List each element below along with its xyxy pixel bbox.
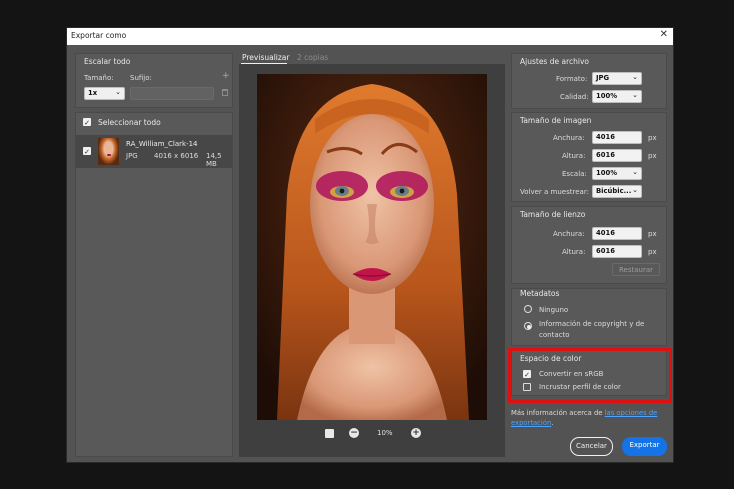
- quality-select-value: 100%: [596, 92, 617, 100]
- resample-select-value: Bicúbic...: [596, 187, 632, 195]
- image-width-label: Anchura:: [553, 134, 585, 142]
- suffix-input[interactable]: [130, 87, 214, 100]
- image-height-value: 6016: [596, 151, 615, 159]
- canvas-width-label: Anchura:: [553, 230, 585, 238]
- add-scale-icon[interactable]: +: [222, 71, 230, 81]
- metadata-none-label: Ninguno: [539, 306, 569, 314]
- size-select[interactable]: 1x ⌄: [84, 87, 125, 100]
- canvas-size-header: Tamaño de lienzo: [520, 210, 586, 219]
- close-icon[interactable]: ✕: [660, 29, 668, 40]
- file-format: JPG: [126, 152, 138, 160]
- canvas-width-input[interactable]: 4016: [592, 227, 642, 240]
- restore-button-label: Restaurar: [618, 266, 654, 274]
- cancel-button[interactable]: Cancelar: [570, 437, 613, 456]
- image-size-panel: Tamaño de imagen Anchura: 4016 px Altura…: [511, 112, 667, 202]
- metadata-panel: Metadatos Ninguno Información de copyrig…: [511, 288, 667, 346]
- scale-select[interactable]: 100% ⌄: [592, 167, 642, 180]
- resample-select[interactable]: Bicúbic... ⌄: [592, 185, 642, 198]
- tab-preview[interactable]: Previsualizar: [242, 53, 290, 62]
- image-size-header: Tamaño de imagen: [520, 116, 592, 125]
- select-all-checkbox[interactable]: ✓: [83, 118, 91, 127]
- more-info-suffix: .: [551, 419, 554, 427]
- quality-label: Calidad:: [560, 93, 589, 101]
- metadata-copyright-label: Información de copyright y de: [539, 320, 645, 328]
- quality-select[interactable]: 100% ⌄: [592, 90, 642, 103]
- more-info-text: Más información acerca de las opciones d…: [511, 408, 671, 428]
- format-label: Formato:: [556, 75, 588, 83]
- file-thumbnail: [98, 138, 119, 165]
- chevron-down-icon: ⌄: [632, 186, 638, 194]
- metadata-copyright-label-cont: contacto: [539, 331, 570, 339]
- size-select-value: 1x: [88, 89, 98, 97]
- metadata-header: Metadatos: [520, 289, 560, 298]
- window-title: Exportar como: [71, 31, 127, 40]
- thumbnail-lips: [107, 154, 111, 156]
- resample-label: Volver a muestrear:: [520, 188, 589, 196]
- format-select[interactable]: JPG ⌄: [592, 72, 642, 85]
- image-height-unit: px: [648, 152, 657, 160]
- zoom-level: 10%: [377, 429, 393, 437]
- title-bar: Exportar como ✕: [67, 28, 673, 45]
- scale-all-panel: Escalar todo Tamaño: Sufijo: + 1x ⌄: [75, 53, 233, 108]
- file-settings-header: Ajustes de archivo: [520, 57, 589, 66]
- canvas-width-value: 4016: [596, 229, 615, 237]
- scale-select-value: 100%: [596, 169, 617, 177]
- file-size: 14,5 MB: [206, 152, 222, 168]
- export-dialog: Exportar como ✕ Escalar todo Tamaño: Suf…: [66, 27, 674, 463]
- image-width-unit: px: [648, 134, 657, 142]
- canvas-height-unit: px: [648, 248, 657, 256]
- more-info-link[interactable]: las opciones de: [605, 409, 658, 417]
- chevron-down-icon: ⌄: [632, 73, 638, 81]
- size-label: Tamaño:: [84, 74, 114, 82]
- file-name: RA_William_Clark-14: [126, 140, 198, 148]
- portrait-image: [257, 74, 487, 420]
- export-button[interactable]: Exportar: [622, 437, 667, 456]
- tab-copies[interactable]: 2 copias: [297, 53, 328, 62]
- image-width-input[interactable]: 4016: [592, 131, 642, 144]
- suffix-label: Sufijo:: [130, 74, 152, 82]
- color-space-highlight: [508, 348, 672, 403]
- chevron-down-icon: ⌄: [632, 91, 638, 99]
- thumbnail-hair: [98, 138, 119, 165]
- metadata-copyright-radio[interactable]: [524, 322, 532, 330]
- canvas-width-unit: px: [648, 230, 657, 238]
- canvas-height-label: Altura:: [562, 248, 586, 256]
- files-panel: ✓ Seleccionar todo ✓ RA_William_Clark-14…: [75, 112, 233, 457]
- more-info-prefix: Más información acerca de: [511, 409, 605, 417]
- file-settings-panel: Ajustes de archivo Formato: JPG ⌄ Calida…: [511, 53, 667, 109]
- restore-button[interactable]: Restaurar: [612, 263, 660, 276]
- image-height-input[interactable]: 6016: [592, 149, 642, 162]
- format-select-value: JPG: [596, 74, 610, 82]
- file-dimensions: 4016 x 6016: [154, 152, 199, 160]
- export-button-label: Exportar: [629, 441, 660, 449]
- scale-all-header: Escalar todo: [84, 57, 131, 66]
- scale-label: Escala:: [562, 170, 587, 178]
- cancel-button-label: Cancelar: [576, 442, 607, 450]
- file-row[interactable]: ✓ RA_William_Clark-14 JPG 4016 x 6016 14…: [76, 135, 232, 168]
- select-all-label: Seleccionar todo: [98, 118, 161, 127]
- image-width-value: 4016: [596, 133, 615, 141]
- zoom-in-icon[interactable]: +: [411, 428, 421, 438]
- zoom-out-icon[interactable]: −: [349, 428, 359, 438]
- delete-scale-icon[interactable]: [222, 89, 228, 96]
- image-height-label: Altura:: [562, 152, 586, 160]
- chevron-down-icon: ⌄: [632, 168, 638, 176]
- preview-image: [257, 74, 487, 420]
- canvas-size-panel: Tamaño de lienzo Anchura: 4016 px Altura…: [511, 206, 667, 284]
- preview-area: − 10% +: [239, 64, 505, 457]
- chevron-down-icon: ⌄: [115, 88, 121, 96]
- canvas-height-input[interactable]: 6016: [592, 245, 642, 258]
- fit-screen-icon[interactable]: [325, 429, 334, 438]
- file-checkbox[interactable]: ✓: [83, 147, 91, 156]
- metadata-none-radio[interactable]: [524, 305, 532, 313]
- more-info-link-cont[interactable]: exportación: [511, 419, 551, 427]
- canvas-height-value: 6016: [596, 247, 615, 255]
